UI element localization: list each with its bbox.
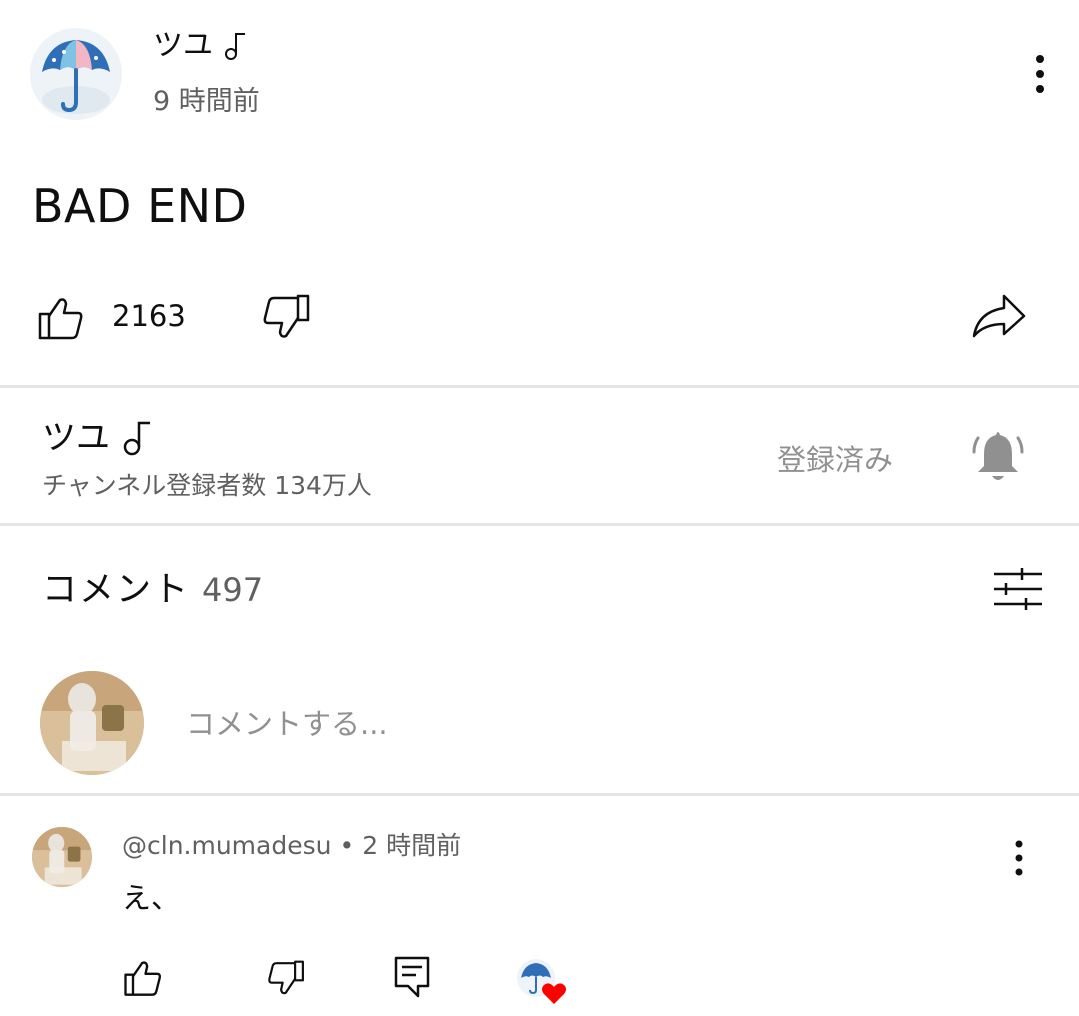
divider bbox=[0, 385, 1079, 388]
thumb-down-icon[interactable] bbox=[264, 958, 306, 998]
subscribed-button[interactable]: 登録済み bbox=[777, 442, 893, 478]
subscriber-count: チャンネル登録者数 134万人 bbox=[42, 471, 372, 500]
bell-icon[interactable] bbox=[970, 428, 1026, 486]
post-timestamp: 9 時間前 bbox=[153, 86, 260, 117]
user-avatar[interactable] bbox=[40, 671, 144, 775]
tune-icon[interactable] bbox=[992, 566, 1044, 612]
thumb-up-icon[interactable] bbox=[122, 958, 164, 998]
music-note-icon bbox=[225, 33, 245, 60]
post-author-label: ツユ bbox=[153, 28, 213, 63]
comment-author[interactable]: @cln.mumadesu bbox=[122, 830, 331, 862]
comment-meta: @cln.mumadesu • 2 時間前 bbox=[122, 830, 461, 862]
post-body-text: BAD END bbox=[32, 179, 248, 233]
commenter-avatar-image bbox=[32, 827, 92, 887]
like-count: 2163 bbox=[112, 299, 186, 333]
comment-input[interactable] bbox=[186, 700, 886, 748]
comments-title: コメント bbox=[42, 570, 191, 610]
user-avatar-image bbox=[40, 671, 144, 775]
channel-name-label: ツユ bbox=[42, 418, 110, 458]
share-icon[interactable] bbox=[970, 290, 1028, 342]
more-vert-icon[interactable] bbox=[1024, 52, 1056, 96]
thumb-up-icon[interactable] bbox=[36, 294, 86, 342]
comments-count: 497 bbox=[202, 571, 264, 609]
more-vert-icon[interactable] bbox=[1004, 838, 1034, 878]
commenter-avatar[interactable] bbox=[32, 827, 92, 887]
thumb-down-icon[interactable] bbox=[258, 292, 312, 342]
creator-heart-icon[interactable] bbox=[516, 958, 570, 1006]
comment-timestamp: 2 時間前 bbox=[362, 831, 462, 860]
post-author-name[interactable]: ツユ bbox=[153, 28, 247, 64]
comment-text: え、 bbox=[122, 881, 181, 915]
channel-name[interactable]: ツユ bbox=[42, 418, 152, 458]
umbrella-avatar-image bbox=[30, 28, 122, 120]
channel-avatar[interactable] bbox=[30, 28, 122, 120]
meta-separator: • bbox=[339, 831, 355, 860]
divider bbox=[0, 523, 1079, 526]
reply-icon[interactable] bbox=[394, 956, 430, 998]
divider bbox=[0, 793, 1079, 796]
music-note-icon bbox=[123, 421, 150, 456]
